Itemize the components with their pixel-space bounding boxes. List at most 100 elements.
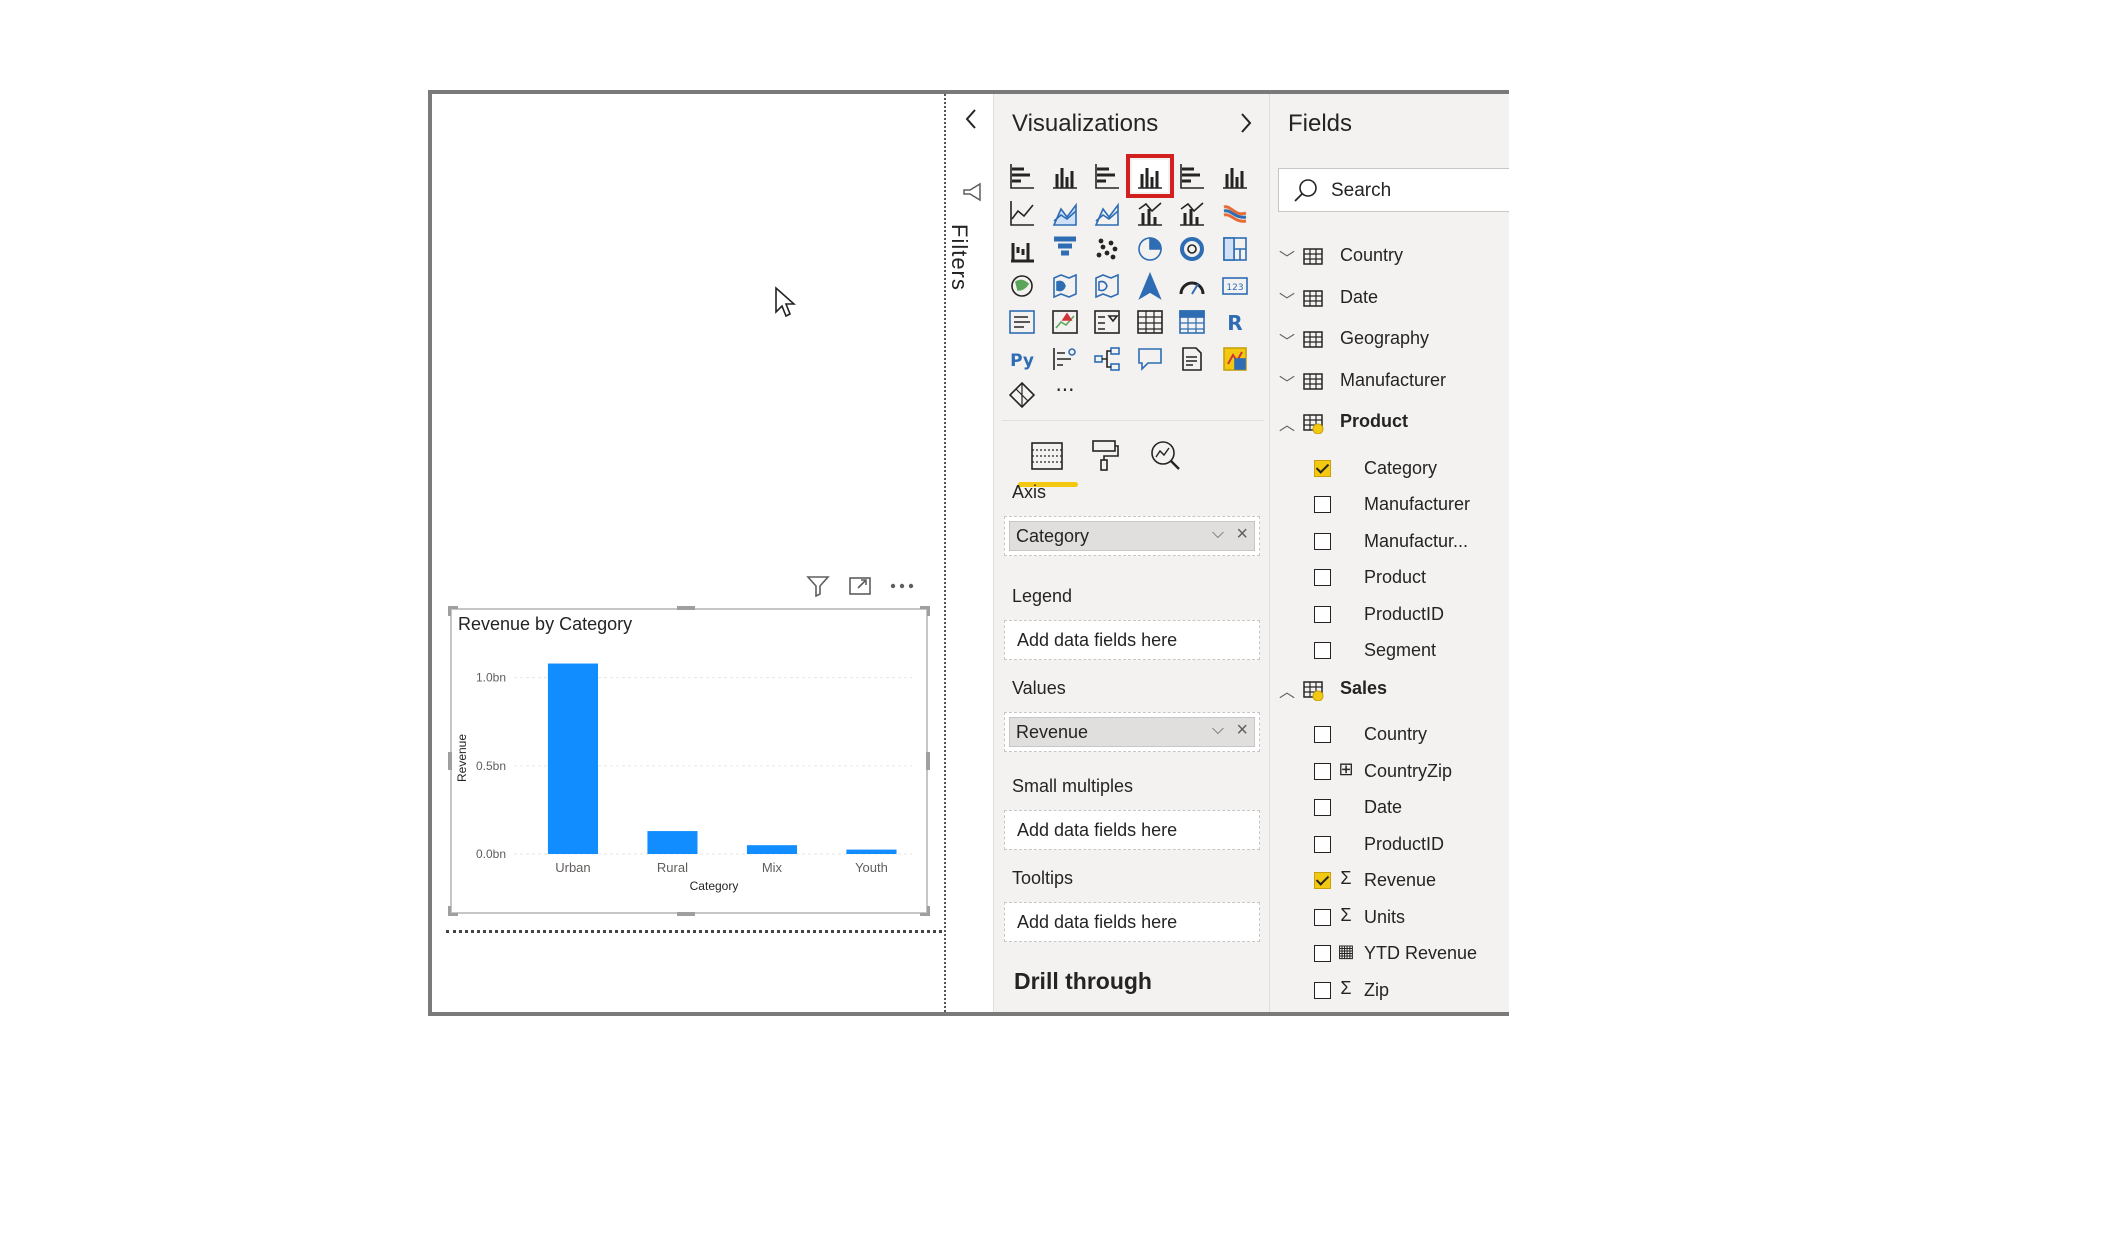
field-table-date[interactable]: ﹀ Date (1270, 284, 1509, 314)
field-checkbox[interactable] (1314, 799, 1331, 816)
filled-map-icon[interactable] (1047, 270, 1083, 302)
stacked-area-chart-icon[interactable] (1089, 197, 1125, 229)
resize-handle-bottom-left-v[interactable] (448, 906, 451, 916)
well-small-multiples[interactable]: Add data fields here (1004, 810, 1260, 850)
area-chart-icon[interactable] (1047, 197, 1083, 229)
resize-handle-top-right-v[interactable] (927, 606, 930, 616)
chevron-up-icon[interactable]: ︿ (1278, 411, 1296, 435)
field-checkbox[interactable] (1314, 532, 1331, 550)
ribbon-chart-icon[interactable] (1217, 197, 1253, 229)
remove-field-icon[interactable]: × (1236, 719, 1248, 742)
smart-narrative-icon[interactable] (1174, 343, 1210, 375)
chevron-down-icon[interactable]: ⌵ (1212, 525, 1224, 543)
chevron-down-icon[interactable]: ﹀ (1278, 245, 1296, 269)
funnel-chart-icon[interactable] (1047, 233, 1083, 265)
bar-rural[interactable] (647, 831, 698, 854)
field-date[interactable]: Date (1270, 793, 1509, 823)
field-table-geography[interactable]: ﹀ Geography (1270, 325, 1509, 355)
decomposition-tree-icon[interactable] (1089, 343, 1125, 375)
chevron-down-icon[interactable]: ﹀ (1278, 328, 1296, 352)
table-icon[interactable] (1132, 306, 1168, 338)
resize-handle-right[interactable] (926, 752, 930, 770)
chevron-down-icon[interactable]: ﹀ (1278, 287, 1296, 311)
line-and-clustered-column-chart-icon[interactable] (1174, 197, 1210, 229)
field-ytd-revenue[interactable]: ▦ YTD Revenue (1270, 939, 1509, 969)
power-apps-icon[interactable] (1004, 379, 1040, 411)
search-input[interactable]: Search (1278, 168, 1509, 212)
field-checkbox[interactable] (1314, 459, 1331, 477)
field-checkbox[interactable] (1314, 726, 1331, 743)
filter-icon[interactable] (802, 570, 834, 602)
field-productid[interactable]: ProductID (1270, 830, 1509, 860)
field-zip[interactable]: Σ Zip (1270, 976, 1509, 1006)
drill-through-header[interactable]: Drill through (1014, 968, 1152, 995)
resize-handle-top-left-v[interactable] (448, 606, 451, 616)
paginated-report-icon[interactable] (1217, 343, 1253, 375)
field-checkbox[interactable] (1314, 981, 1331, 999)
treemap-icon[interactable] (1217, 233, 1253, 265)
field-category[interactable]: Category (1270, 454, 1509, 484)
card-icon[interactable]: 123 (1217, 270, 1253, 302)
stacked-column-chart-icon[interactable] (1047, 160, 1083, 192)
scatter-chart-icon[interactable] (1089, 233, 1125, 265)
field-checkbox[interactable] (1314, 762, 1331, 780)
map-icon[interactable] (1004, 270, 1040, 302)
bar-youth[interactable] (846, 849, 897, 854)
qa-icon[interactable] (1132, 343, 1168, 375)
kpi-icon[interactable] (1047, 306, 1083, 338)
chevron-down-icon[interactable]: ﹀ (1278, 370, 1296, 394)
field-countryzip[interactable]: ⊞ CountryZip (1270, 757, 1509, 787)
field-segment[interactable]: Segment (1270, 636, 1509, 666)
field-checkbox[interactable] (1314, 569, 1331, 586)
bar-urban[interactable] (547, 663, 598, 854)
remove-field-icon[interactable]: × (1236, 523, 1248, 546)
resize-handle-bottom[interactable] (677, 912, 695, 916)
field-product[interactable]: Product (1270, 563, 1509, 593)
multi-row-card-icon[interactable] (1004, 306, 1040, 338)
analytics-tab-icon[interactable] (1148, 438, 1182, 472)
field-units[interactable]: Σ Units (1270, 903, 1509, 933)
shape-map-icon[interactable] (1089, 270, 1125, 302)
resize-handle-left[interactable] (448, 752, 452, 770)
slicer-icon[interactable] (1089, 306, 1125, 338)
stacked-bar-chart-icon[interactable] (1004, 160, 1040, 192)
python-visual-icon[interactable]: Py (1004, 343, 1040, 375)
bar-mix[interactable] (746, 845, 797, 854)
more-options-icon[interactable] (886, 570, 918, 602)
waterfall-chart-icon[interactable] (1004, 233, 1040, 265)
field-checkbox[interactable] (1314, 835, 1331, 853)
focus-mode-icon[interactable] (844, 570, 876, 602)
pie-chart-icon[interactable] (1132, 233, 1168, 265)
filters-label[interactable]: Filters (946, 224, 972, 291)
field-checkbox[interactable] (1314, 605, 1331, 623)
well-tooltips[interactable]: Add data fields here (1004, 902, 1260, 942)
key-influencers-icon[interactable] (1047, 343, 1083, 375)
well-axis[interactable]: Category ⌵ × (1004, 516, 1260, 556)
field-manufactur-[interactable]: Manufactur... (1270, 527, 1509, 557)
revenue-by-category-visual[interactable]: Revenue by Category 0.0bn 0.5bn 1.0bn Urban… (448, 606, 930, 916)
gauge-icon[interactable] (1174, 270, 1210, 302)
matrix-icon[interactable] (1174, 306, 1210, 338)
chevron-left-icon[interactable] (964, 108, 978, 130)
line-and-stacked-column-chart-icon[interactable] (1132, 197, 1168, 229)
field-table-product[interactable]: ︿ Product (1270, 408, 1509, 438)
azure-map-icon[interactable] (1132, 270, 1168, 302)
more-visuals-icon[interactable]: ··· (1047, 379, 1083, 411)
report-canvas[interactable]: Revenue by Category 0.0bn 0.5bn 1.0bn Urban… (432, 94, 945, 1012)
donut-chart-icon[interactable] (1174, 233, 1210, 265)
field-table-country[interactable]: ﹀ Country (1270, 242, 1509, 272)
100-stacked-bar-chart-icon[interactable] (1174, 160, 1210, 192)
clustered-bar-chart-icon[interactable] (1089, 160, 1125, 192)
field-checkbox[interactable] (1314, 908, 1331, 926)
field-checkbox[interactable] (1314, 872, 1331, 889)
field-country[interactable]: Country (1270, 720, 1509, 750)
field-manufacturer[interactable]: Manufacturer (1270, 490, 1509, 520)
field-checkbox[interactable] (1314, 496, 1331, 513)
well-values[interactable]: Revenue ⌵ × (1004, 712, 1260, 752)
well-legend[interactable]: Add data fields here (1004, 620, 1260, 660)
resize-handle-top[interactable] (677, 606, 695, 610)
chevron-up-icon[interactable]: ︿ (1278, 678, 1296, 702)
chevron-right-icon[interactable] (1239, 112, 1253, 134)
field-checkbox[interactable] (1314, 642, 1331, 659)
field-checkbox[interactable] (1314, 945, 1331, 962)
